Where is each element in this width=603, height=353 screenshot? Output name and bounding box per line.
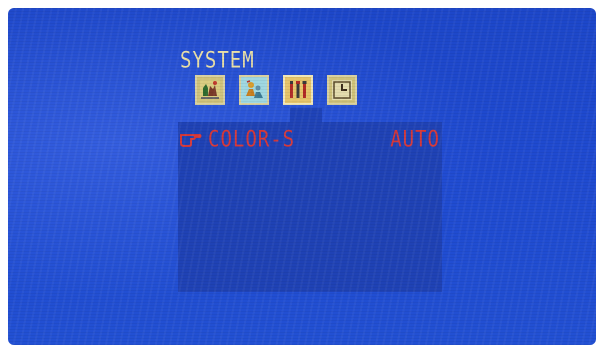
menu-row-label: COLOR-S bbox=[208, 127, 296, 153]
osd-icon-tabs bbox=[195, 75, 357, 109]
tools-icon-glyph bbox=[290, 81, 307, 98]
people-icon[interactable] bbox=[239, 75, 269, 105]
osd-menu-panel: COLOR-S AUTO bbox=[178, 122, 442, 292]
clock-icon[interactable] bbox=[327, 75, 357, 105]
people-icon-glyph bbox=[246, 80, 263, 98]
picture-icon[interactable] bbox=[195, 75, 225, 105]
clock-icon-glyph bbox=[332, 80, 352, 100]
pointing-hand-icon bbox=[180, 134, 202, 147]
tools-icon[interactable] bbox=[283, 75, 313, 105]
picture-icon-glyph bbox=[200, 80, 220, 99]
menu-row-color-system[interactable]: COLOR-S AUTO bbox=[178, 126, 442, 152]
menu-row-value: AUTO bbox=[390, 127, 440, 153]
osd-menu-title: SYSTEM bbox=[180, 48, 255, 74]
tv-screen: SYSTEM COLOR-S AUTO bbox=[8, 8, 596, 345]
